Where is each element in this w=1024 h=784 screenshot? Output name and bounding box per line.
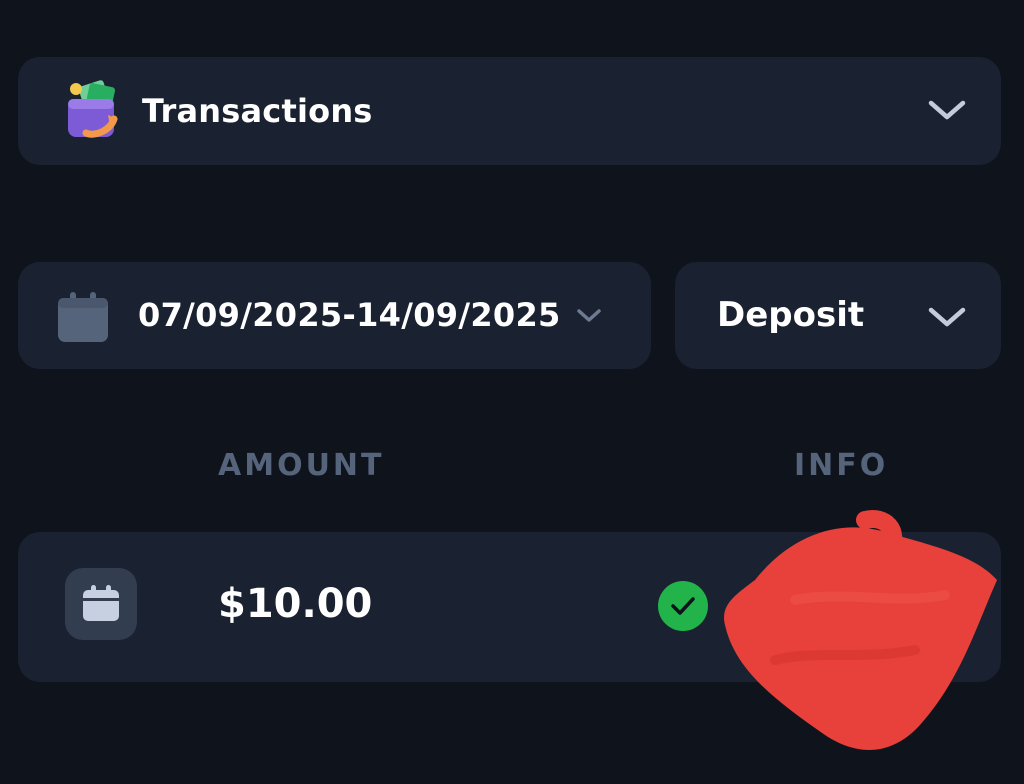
transactions-dropdown[interactable]: Transactions [18, 57, 1001, 165]
transaction-type-select[interactable]: Deposit [675, 262, 1001, 369]
calendar-icon [83, 585, 119, 621]
column-header-amount: AMOUNT [218, 448, 385, 483]
transaction-type-value: Deposit [717, 295, 865, 335]
page-title: Transactions [142, 92, 373, 130]
chevron-down-icon [928, 100, 966, 120]
redaction-mark [724, 510, 997, 750]
status-success-icon [658, 581, 708, 631]
transaction-type-icon [65, 568, 137, 640]
chevron-down-icon [928, 307, 966, 327]
calendar-icon [58, 292, 108, 342]
column-header-info: INFO [794, 448, 889, 483]
check-icon [671, 597, 695, 615]
transaction-amount: $10.00 [218, 581, 373, 627]
date-range-value: 07/09/2025-14/09/2025 [138, 296, 561, 334]
chevron-down-icon [577, 309, 601, 322]
date-range-picker[interactable]: 07/09/2025-14/09/2025 [18, 262, 651, 369]
wallet-icon [68, 80, 118, 138]
